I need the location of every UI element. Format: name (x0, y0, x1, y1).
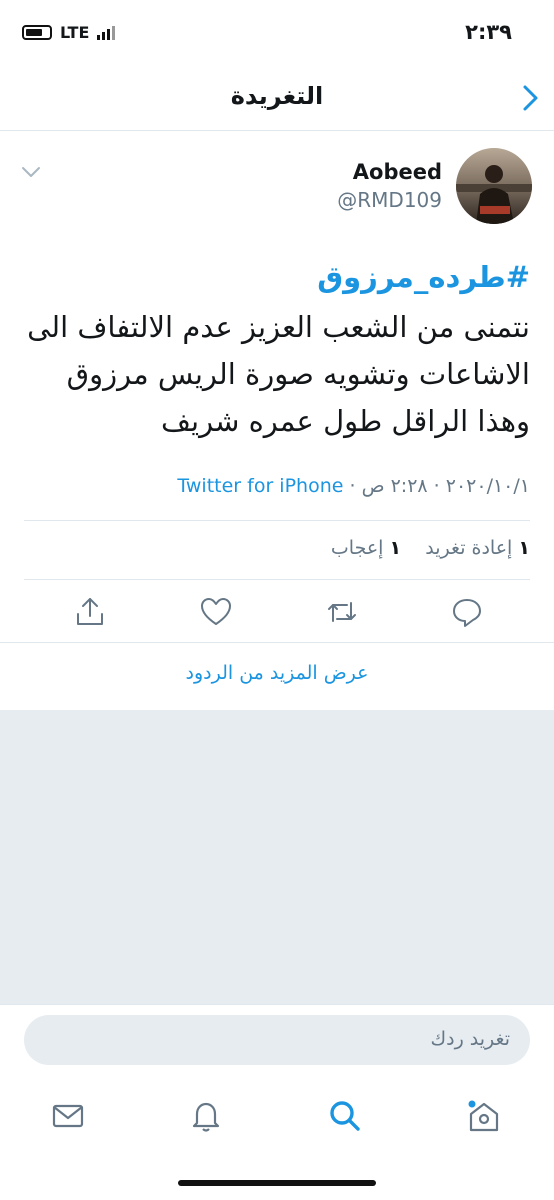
retweets-label: إعادة تغريد (425, 537, 513, 559)
tweet-text: نتمنى من الشعب العزيز عدم الالتفاف الى ا… (27, 310, 530, 438)
likes-count: ١ (389, 537, 402, 559)
likes-label: إعجاب (330, 537, 384, 559)
page-title: التغريدة (230, 82, 324, 110)
share-icon[interactable] (73, 595, 107, 629)
mail-icon[interactable] (50, 1098, 86, 1134)
signal-icon (97, 25, 116, 40)
tweet-meta: ٢٠٢٠/١٠/١ · ٢:٢٨ ص · Twitter for iPhone (20, 475, 530, 497)
home-icon[interactable] (466, 1098, 502, 1134)
tweet-stats: ١ إعادة تغريد ١ إعجاب (331, 537, 530, 559)
nav-bar: التغريدة (0, 66, 554, 131)
battery-icon (22, 25, 52, 40)
retweet-icon[interactable] (325, 595, 359, 629)
divider (24, 579, 530, 580)
home-indicator[interactable] (178, 1180, 376, 1186)
network-label: LTE (60, 23, 90, 42)
tweet-date: ٢٠٢٠/١٠/١ · ٢:٢٨ ص · (343, 475, 530, 497)
user-name[interactable]: Aobeed (353, 160, 442, 184)
chevron-down-icon[interactable] (20, 164, 42, 180)
user-handle[interactable]: @RMD109 (337, 188, 442, 212)
tweet-source[interactable]: Twitter for iPhone (177, 475, 343, 497)
reply-placeholder: تغريد ردك (430, 1028, 510, 1050)
likes-stat[interactable]: ١ إعجاب (331, 537, 401, 559)
reply-icon[interactable] (450, 595, 484, 629)
divider (24, 520, 530, 521)
retweets-count: ١ (518, 537, 530, 559)
notification-dot (468, 1100, 476, 1108)
hashtag-link[interactable]: #طرده_مرزوق (20, 250, 530, 304)
heart-icon[interactable] (199, 595, 233, 629)
tweet-body: #طرده_مرزوق نتمنى من الشعب العزيز عدم ال… (20, 250, 530, 445)
bell-icon[interactable] (188, 1098, 224, 1134)
chevron-right-icon[interactable] (516, 82, 544, 114)
show-more-replies-button[interactable]: عرض المزيد من الردود (0, 662, 554, 684)
replies-area (0, 710, 554, 1004)
retweets-stat[interactable]: ١ إعادة تغريد (425, 537, 530, 559)
status-indicators: LTE (22, 23, 116, 42)
tweet-header: Aobeed @RMD109 (0, 148, 554, 228)
avatar[interactable] (456, 148, 532, 224)
status-bar: ٢:٣٩ LTE (0, 0, 554, 66)
divider (0, 642, 554, 643)
status-time: ٢:٣٩ (465, 20, 512, 44)
reply-input[interactable]: تغريد ردك (24, 1015, 530, 1065)
search-icon[interactable] (327, 1098, 363, 1134)
